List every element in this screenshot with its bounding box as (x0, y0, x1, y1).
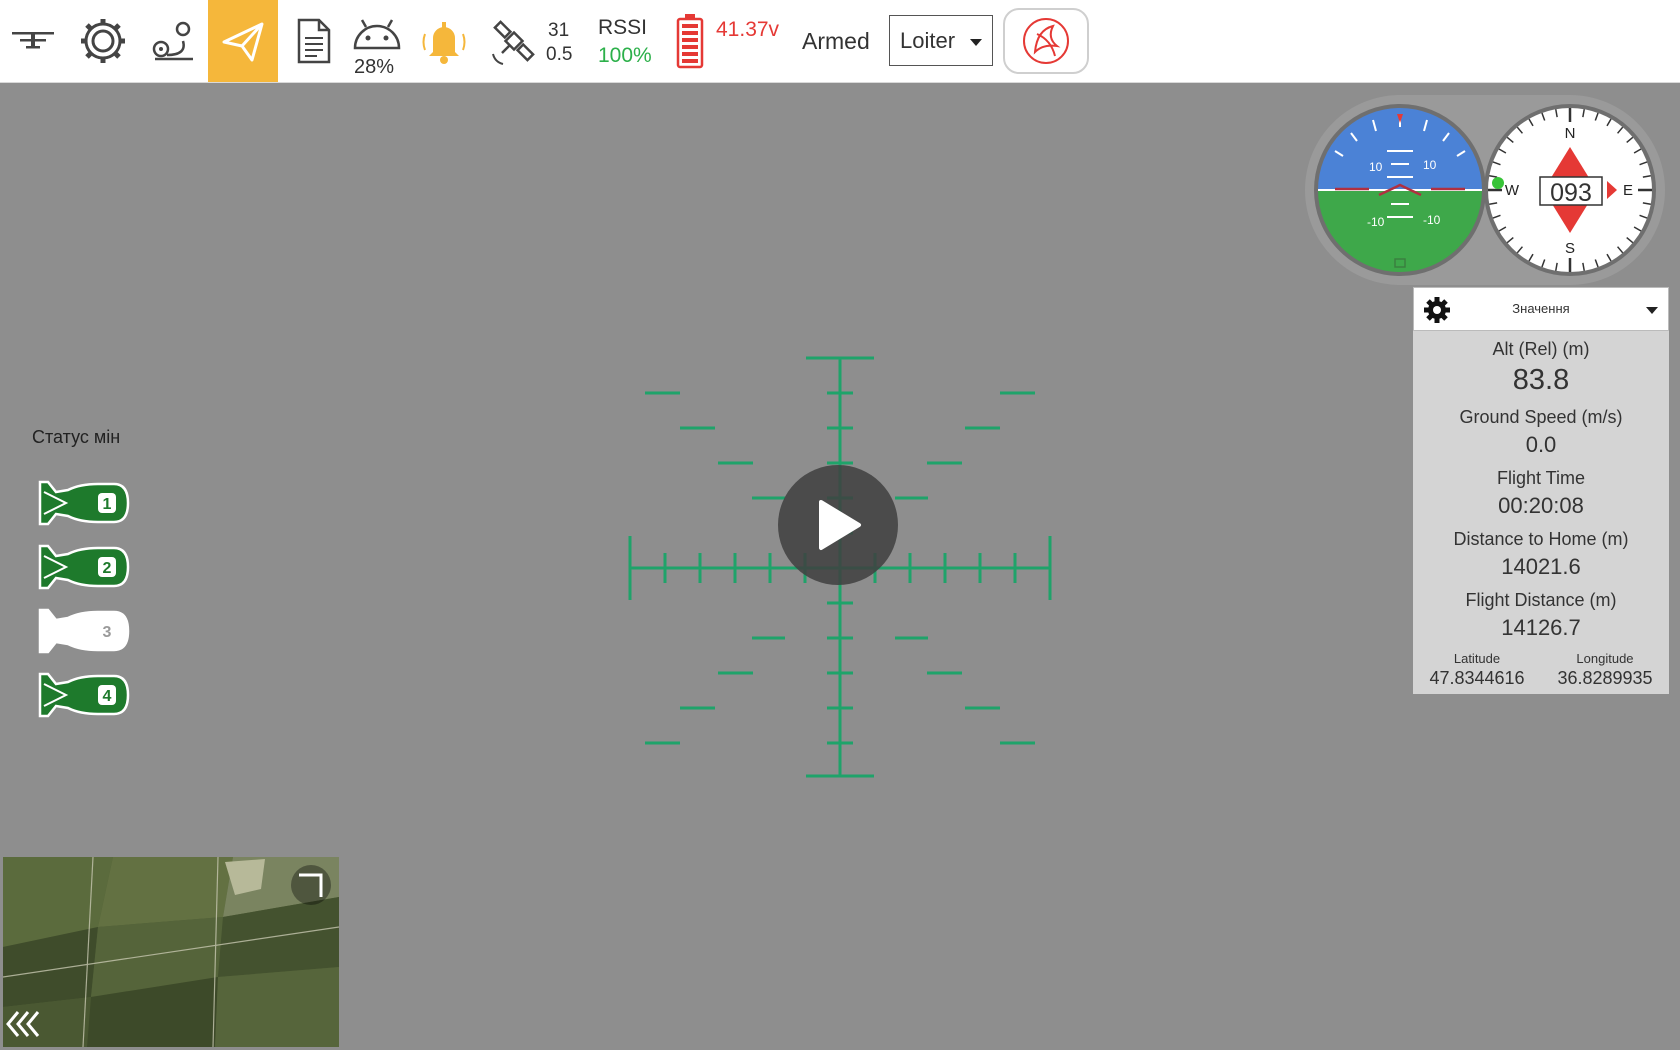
longitude-value: 36.8289935 (1557, 668, 1653, 688)
telemetry-selector[interactable]: Значення (1413, 287, 1669, 331)
flight-time-item: Flight Time 00:20:08 (1413, 468, 1669, 519)
device-battery-text: 28% (354, 56, 395, 78)
paper-plane-icon (222, 22, 264, 62)
mine-1-icon[interactable]: 1 (36, 478, 130, 528)
route-plan-icon[interactable] (140, 0, 206, 82)
hdop-value: 0.5 (546, 44, 573, 65)
mine-2-icon[interactable]: 2 (36, 542, 130, 592)
rc-control-button[interactable] (1003, 8, 1089, 74)
altitude-item: Alt (Rel) (m) 83.8 (1413, 339, 1669, 397)
telemetry-panel: Значення Alt (Rel) (m) 83.8 Ground Speed… (1413, 287, 1669, 694)
compass[interactable]: N E S W 093 (1483, 103, 1657, 277)
flight-distance-item: Flight Distance (m) 14126.7 (1413, 590, 1669, 641)
compass-south: S (1565, 240, 1575, 257)
satellite-count: 31 (548, 20, 570, 41)
mine-number: 3 (103, 624, 112, 641)
satellite-icon[interactable] (484, 0, 544, 82)
drone-menu-icon[interactable] (0, 0, 66, 82)
propeller-icon (1023, 18, 1069, 64)
attitude-indicator[interactable]: 10 10 -10 -10 (1313, 103, 1487, 277)
telemetry-selector-label: Значення (1512, 301, 1570, 316)
ground-speed-label: Ground Speed (m/s) (1459, 407, 1623, 427)
chevron-down-icon (970, 39, 982, 46)
distance-home-value: 14021.6 (1501, 554, 1581, 579)
ground-speed-item: Ground Speed (m/s) 0.0 (1413, 407, 1669, 458)
flight-mode-select[interactable]: Loiter (889, 15, 993, 66)
compass-west: W (1505, 182, 1520, 199)
latitude-value: 47.8344616 (1429, 668, 1525, 688)
document-icon[interactable] (282, 0, 344, 82)
gear-icon[interactable] (70, 0, 136, 82)
flight-distance-label: Flight Distance (m) (1465, 590, 1617, 610)
coordinates: Latitude 47.8344616 Longitude 36.8289935 (1413, 651, 1669, 689)
play-button[interactable] (778, 465, 898, 585)
flight-distance-value: 14126.7 (1501, 615, 1581, 640)
mine-number: 4 (103, 688, 112, 705)
battery-icon[interactable] (672, 0, 708, 82)
flight-instruments: 10 10 -10 -10 N E S W 093 (1305, 95, 1665, 285)
pitch-label: -10 (1423, 213, 1441, 227)
rssi-label: RSSI (598, 16, 648, 39)
longitude-item: Longitude 36.8289935 (1557, 651, 1652, 689)
collapse-panel-icon[interactable] (4, 1004, 48, 1044)
distance-home-item: Distance to Home (m) 14021.6 (1413, 529, 1669, 580)
heading-readout: 093 (1550, 179, 1592, 207)
satellite-map-image (3, 857, 339, 1047)
mine-status-title: Статус мін (32, 427, 121, 447)
play-icon (819, 500, 861, 550)
pitch-label: -10 (1367, 215, 1385, 229)
bell-icon[interactable] (414, 0, 474, 82)
latitude-item: Latitude 47.8344616 (1429, 651, 1524, 689)
flight-time-value: 00:20:08 (1498, 493, 1584, 518)
armed-status[interactable]: Armed (802, 28, 870, 55)
altitude-value: 83.8 (1512, 364, 1570, 396)
expand-map-icon[interactable] (291, 865, 331, 905)
mine-number: 2 (103, 560, 112, 577)
battery-voltage: 41.37v (716, 18, 780, 41)
fly-view-tab[interactable] (208, 0, 278, 82)
compass-east: E (1623, 182, 1633, 199)
pitch-label: 10 (1423, 158, 1437, 172)
flight-mode-value: Loiter (900, 27, 956, 53)
mini-map[interactable] (3, 857, 339, 1047)
longitude-label: Longitude (1576, 651, 1634, 666)
altitude-label: Alt (Rel) (m) (1492, 339, 1590, 359)
ground-speed-value: 0.0 (1525, 432, 1557, 457)
flight-time-label: Flight Time (1496, 468, 1586, 488)
latitude-label: Latitude (1453, 651, 1501, 666)
pitch-label: 10 (1369, 160, 1383, 174)
mine-number: 1 (103, 496, 112, 513)
rssi-value: 100% (598, 44, 652, 67)
top-toolbar: 28% 31 0.5 RSSI 100% 41.37v Armed Loiter (0, 0, 1680, 83)
chevron-down-icon (1646, 307, 1658, 314)
mine-4-icon[interactable]: 4 (36, 670, 130, 720)
distance-home-label: Distance to Home (m) (1453, 529, 1629, 549)
compass-north: N (1565, 125, 1576, 142)
mine-3-icon[interactable]: 3 (36, 606, 130, 656)
